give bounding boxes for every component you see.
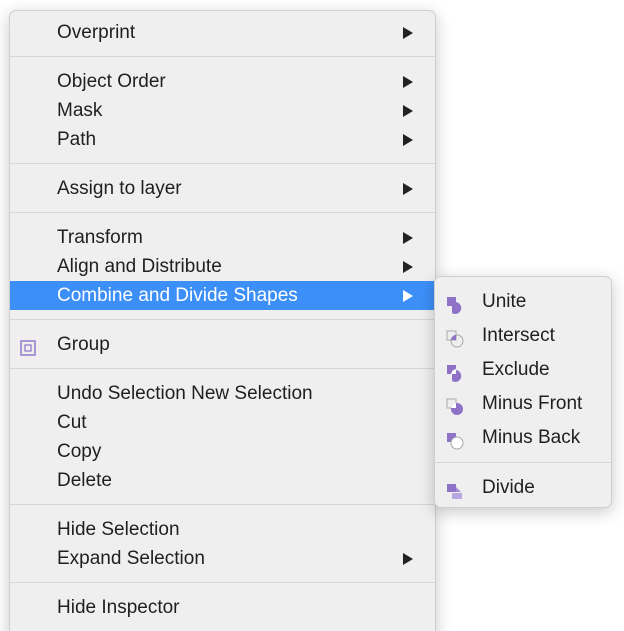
chevron-right-icon (403, 290, 413, 302)
menu-item-label: Overprint (57, 22, 136, 43)
menu-item-label: Cut (57, 412, 87, 433)
menu-item-label: Undo Selection New Selection (57, 383, 313, 404)
menu-item-group[interactable]: Group (10, 330, 435, 359)
submenu-item-label: Minus Back (482, 427, 581, 448)
submenu-item-label: Divide (482, 477, 535, 498)
submenu-item-label: Unite (482, 291, 527, 312)
group-icon (20, 336, 36, 356)
menu-separator (10, 163, 435, 164)
chevron-right-icon (403, 27, 413, 39)
submenu-item-minus-back[interactable]: Minus Back (435, 421, 611, 455)
menu-item-copy[interactable]: Copy (10, 437, 435, 466)
chevron-right-icon (403, 232, 413, 244)
menu-separator (10, 504, 435, 505)
menu-item-label: Group (57, 334, 110, 355)
menu-item-expand-selection[interactable]: Expand Selection (10, 544, 435, 573)
menu-item-label: Delete (57, 470, 112, 491)
minus-back-icon (445, 429, 465, 450)
screen: Overprint Object Order Mask Path Assign … (0, 0, 624, 631)
menu-item-hide-inspector[interactable]: Hide Inspector (10, 593, 435, 622)
menu-item-transform[interactable]: Transform (10, 223, 435, 252)
unite-icon (445, 293, 465, 314)
menu-separator (10, 319, 435, 320)
combine-shapes-submenu: Unite Intersect Exclude Minus Front Minu… (434, 276, 612, 508)
menu-item-overprint[interactable]: Overprint (10, 18, 435, 47)
chevron-right-icon (403, 76, 413, 88)
menu-item-label: Path (57, 129, 97, 150)
menu-item-label: Mask (57, 100, 103, 121)
menu-separator (10, 56, 435, 57)
submenu-item-intersect[interactable]: Intersect (435, 319, 611, 353)
exclude-icon (445, 361, 465, 382)
submenu-item-label: Minus Front (482, 393, 583, 414)
chevron-right-icon (403, 105, 413, 117)
menu-item-label: Expand Selection (57, 548, 205, 569)
menu-item-label: Align and Distribute (57, 256, 222, 277)
menu-item-mask[interactable]: Mask (10, 96, 435, 125)
submenu-item-label: Intersect (482, 325, 555, 346)
divide-icon (445, 479, 465, 499)
submenu-separator (435, 462, 611, 463)
menu-item-label: Combine and Divide Shapes (57, 285, 298, 306)
context-menu: Overprint Object Order Mask Path Assign … (9, 10, 436, 631)
menu-item-path[interactable]: Path (10, 125, 435, 154)
intersect-icon (445, 327, 465, 348)
submenu-item-unite[interactable]: Unite (435, 285, 611, 319)
chevron-right-icon (403, 134, 413, 146)
chevron-right-icon (403, 183, 413, 195)
submenu-item-minus-front[interactable]: Minus Front (435, 387, 611, 421)
menu-item-assign-to-layer[interactable]: Assign to layer (10, 174, 435, 203)
menu-item-hide-selection[interactable]: Hide Selection (10, 515, 435, 544)
menu-item-align-and-distribute[interactable]: Align and Distribute (10, 252, 435, 281)
submenu-item-exclude[interactable]: Exclude (435, 353, 611, 387)
menu-separator (10, 368, 435, 369)
menu-item-label: Hide Inspector (57, 597, 180, 618)
chevron-right-icon (403, 261, 413, 273)
submenu-item-label: Exclude (482, 359, 550, 380)
minus-front-icon (445, 395, 465, 415)
menu-item-object-order[interactable]: Object Order (10, 67, 435, 96)
chevron-right-icon (403, 553, 413, 565)
menu-item-cut[interactable]: Cut (10, 408, 435, 437)
menu-item-combine-and-divide-shapes[interactable]: Combine and Divide Shapes (10, 281, 435, 310)
menu-item-label: Copy (57, 441, 102, 462)
menu-item-label: Assign to layer (57, 178, 182, 199)
menu-item-label: Transform (57, 227, 143, 248)
menu-item-label: Hide Selection (57, 519, 180, 540)
menu-item-delete[interactable]: Delete (10, 466, 435, 495)
menu-separator (10, 212, 435, 213)
submenu-item-divide[interactable]: Divide (435, 471, 611, 505)
menu-item-label: Object Order (57, 71, 166, 92)
menu-separator (10, 582, 435, 583)
menu-item-undo-selection[interactable]: Undo Selection New Selection (10, 379, 435, 408)
